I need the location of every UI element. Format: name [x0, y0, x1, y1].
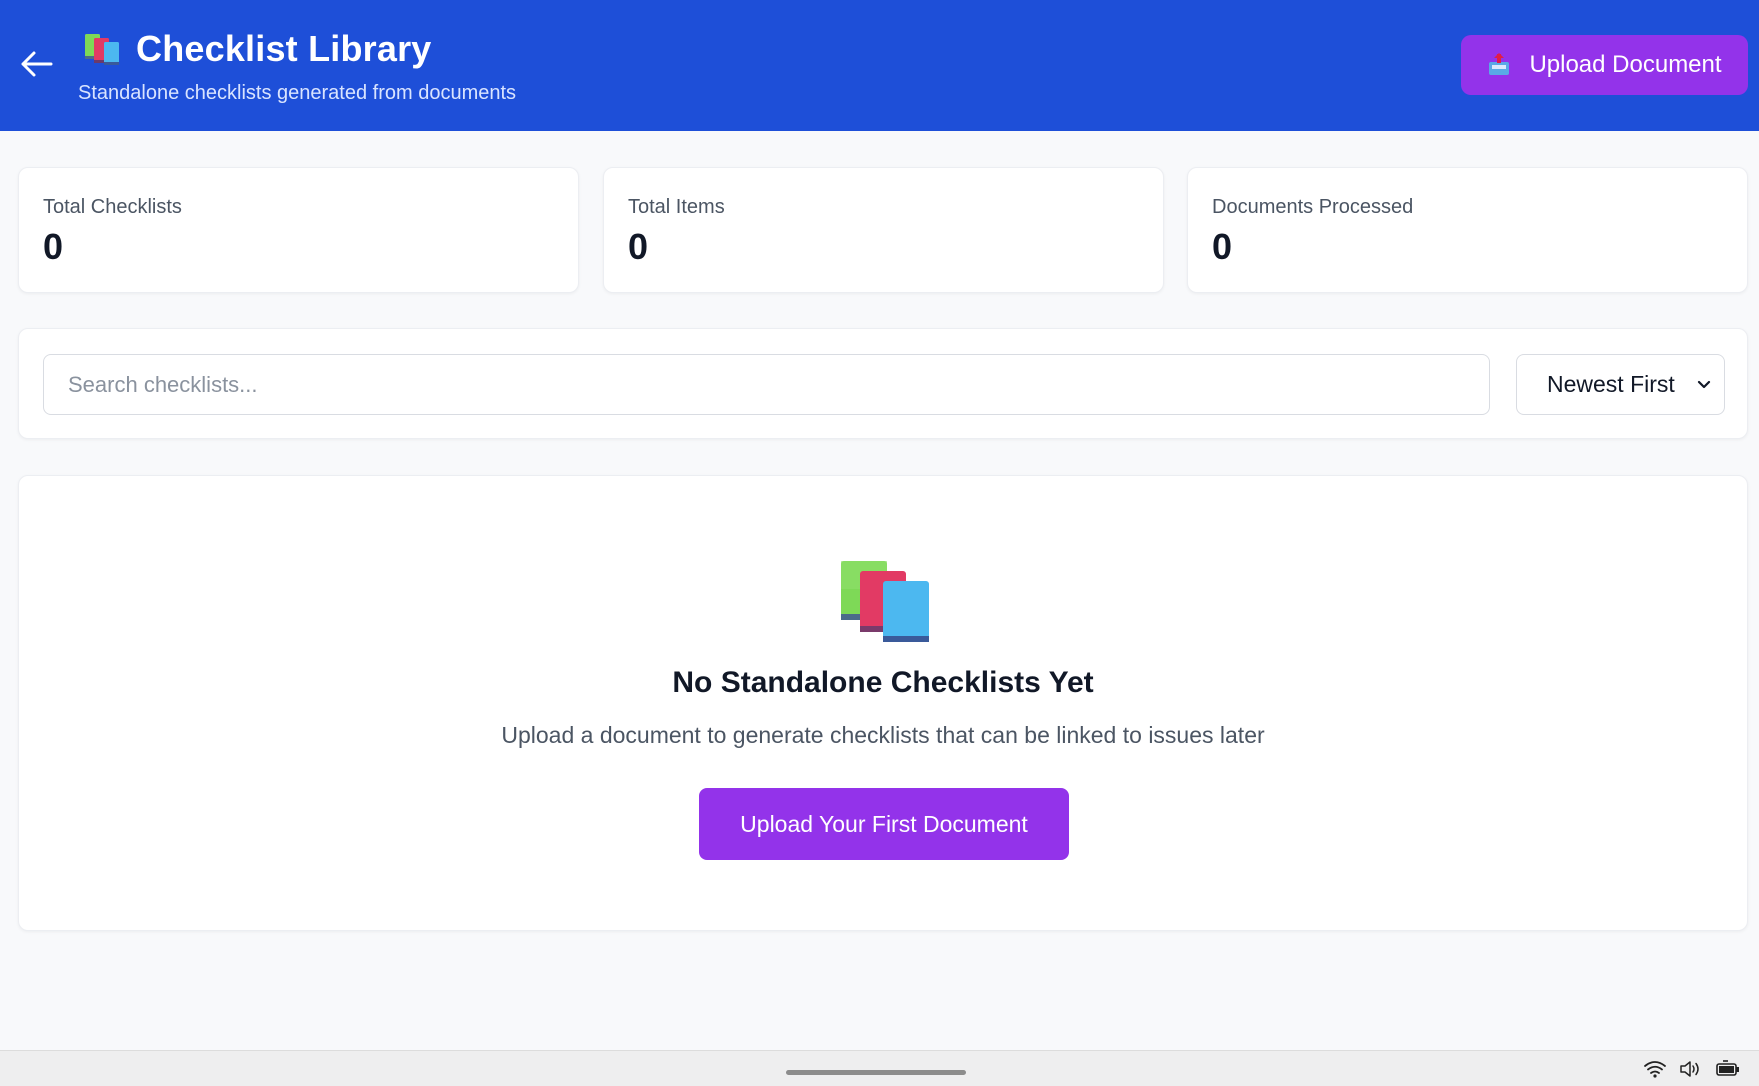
- filter-bar: Newest First: [18, 328, 1748, 439]
- stat-label: Total Items: [628, 196, 725, 218]
- stat-card-total-checklists: Total Checklists 0: [18, 167, 579, 293]
- volume-icon[interactable]: [1679, 1060, 1703, 1078]
- stat-value: 0: [1212, 226, 1233, 267]
- upload-first-document-button[interactable]: Upload Your First Document: [699, 788, 1069, 860]
- page-title: Checklist Library: [136, 28, 432, 69]
- books-icon: [841, 561, 929, 642]
- inbox-upload-icon: [1489, 53, 1510, 75]
- upload-document-button[interactable]: Upload Document: [1461, 35, 1748, 95]
- stat-label: Documents Processed: [1212, 196, 1414, 218]
- system-taskbar: [0, 1050, 1759, 1086]
- back-button[interactable]: [18, 46, 54, 82]
- empty-state-description: Upload a document to generate checklists…: [501, 722, 1265, 748]
- stat-value: 0: [628, 226, 649, 267]
- wifi-icon[interactable]: [1643, 1060, 1667, 1078]
- chevron-down-icon: [1697, 380, 1711, 389]
- stat-card-documents-processed: Documents Processed 0: [1187, 167, 1748, 293]
- home-indicator[interactable]: [786, 1070, 966, 1075]
- sort-selected-value: Newest First: [1547, 371, 1675, 397]
- upload-document-label: Upload Document: [1529, 51, 1722, 78]
- empty-state-title: No Standalone Checklists Yet: [672, 666, 1094, 699]
- empty-state-card: No Standalone Checklists Yet Upload a do…: [18, 475, 1748, 931]
- stat-card-total-items: Total Items 0: [603, 167, 1164, 293]
- stat-label: Total Checklists: [43, 196, 182, 218]
- sort-select[interactable]: Newest First: [1516, 354, 1725, 415]
- arrow-left-icon: [21, 51, 53, 77]
- search-input[interactable]: [43, 354, 1490, 415]
- books-icon: [85, 34, 119, 65]
- battery-icon[interactable]: [1715, 1060, 1741, 1078]
- system-tray: [1643, 1060, 1741, 1078]
- page-subtitle: Standalone checklists generated from doc…: [78, 82, 517, 104]
- page-header: Checklist Library Standalone checklists …: [0, 0, 1759, 131]
- title-row: Checklist Library: [84, 28, 432, 70]
- stat-value: 0: [43, 226, 64, 267]
